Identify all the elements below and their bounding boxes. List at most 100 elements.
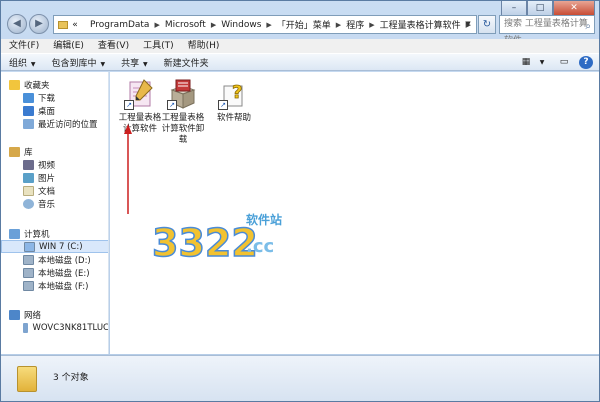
nav-item-drive-e[interactable]: 本地磁盘 (E:)	[1, 266, 108, 279]
menu-bar: 文件(F) 编辑(E) 查看(V) 工具(T) 帮助(H)	[1, 39, 599, 53]
nav-libraries-group: 库 视频 图片 文档 音乐	[1, 145, 108, 210]
music-icon	[23, 198, 34, 209]
network-icon	[9, 309, 20, 320]
folder-icon	[17, 366, 37, 392]
watermark-digits: 3322	[152, 221, 258, 265]
download-icon	[23, 92, 34, 103]
breadcrumb-separator	[83, 21, 85, 29]
status-bar: 3 个对象	[1, 355, 599, 401]
search-input[interactable]: 搜索 工程量表格计算软件 ⌕	[499, 15, 595, 46]
nav-item-label: WIN 7 (C:)	[39, 241, 83, 252]
recent-places-icon	[23, 118, 34, 129]
watermark-tag: 软件站	[246, 212, 282, 227]
picture-icon	[23, 172, 34, 183]
nav-libraries-label: 库	[24, 147, 33, 158]
menu-edit[interactable]: 编辑(E)	[53, 39, 84, 53]
share-button[interactable]: 共享 ▼	[121, 56, 148, 69]
watermark-domain: .cc	[246, 236, 274, 257]
preview-pane-icon[interactable]: ▭	[557, 56, 571, 69]
nav-item-videos[interactable]: 视频	[1, 158, 108, 171]
navigation-pane: 收藏夹 下载 桌面 最近访问的位置 库 视频 图片 文档 音乐 计算机 WIN …	[1, 72, 109, 354]
chevron-down-icon: ▼	[141, 60, 148, 68]
address-prefix: «	[72, 19, 78, 30]
explorer-window: – □ ✕ ◀ ▶ « ProgramData ▶ Microsoft ▶ Wind…	[0, 0, 600, 402]
drive-icon	[23, 280, 34, 291]
nav-favorites[interactable]: 收藏夹	[1, 78, 108, 91]
nav-item-label: 图片	[38, 173, 56, 184]
nav-item-label: 视频	[38, 160, 56, 171]
chevron-down-icon: ▼	[29, 60, 36, 68]
nav-item-recent[interactable]: 最近访问的位置	[1, 117, 108, 130]
include-library-button[interactable]: 包含到库中 ▼	[52, 56, 106, 69]
nav-item-label: 文档	[38, 186, 56, 197]
watermark-logo: 3322 .cc 软件站	[150, 208, 300, 271]
new-folder-label: 新建文件夹	[163, 58, 209, 69]
status-text: 3 个对象	[53, 373, 89, 383]
refresh-button[interactable]: ↻	[478, 15, 496, 34]
view-options-icon[interactable]: ▦	[519, 56, 533, 69]
view-dropdown-icon[interactable]: ▼	[535, 56, 549, 69]
nav-network-group: 网络 WOVC3NK81TLUC	[1, 308, 109, 334]
nav-item-label: 本地磁盘 (D:)	[38, 255, 91, 266]
nav-item-label: 下载	[38, 93, 56, 104]
menu-tools[interactable]: 工具(T)	[143, 39, 174, 53]
breadcrumb-windows[interactable]: Windows	[221, 20, 261, 30]
nav-item-label: WOVC3NK81TLUC	[32, 322, 109, 333]
include-library-label: 包含到库中	[51, 58, 97, 69]
nav-favorites-group: 收藏夹 下载 桌面 最近访问的位置	[1, 78, 108, 130]
breadcrumb-programdata[interactable]: ProgramData	[90, 20, 149, 30]
breadcrumb-programs[interactable]: 程序	[346, 18, 364, 31]
chevron-right-icon: ▶	[369, 20, 375, 29]
star-icon	[9, 79, 20, 90]
command-bar: 组织 ▼ 包含到库中 ▼ 共享 ▼ 新建文件夹 ▦ ▼ ▭ ?	[1, 53, 599, 71]
forward-button[interactable]: ▶	[29, 14, 49, 34]
nav-item-desktop[interactable]: 桌面	[1, 104, 108, 117]
drive-icon	[23, 267, 34, 278]
chevron-right-icon: ▶	[335, 20, 342, 29]
nav-network-label: 网络	[24, 310, 42, 321]
breadcrumb-microsoft[interactable]: Microsoft	[165, 20, 206, 30]
nav-computer-label: 计算机	[24, 229, 50, 240]
nav-item-downloads[interactable]: 下载	[1, 91, 108, 104]
nav-item-pictures[interactable]: 图片	[1, 171, 108, 184]
breadcrumb-start-menu[interactable]: 「开始」菜单	[277, 18, 331, 31]
nav-item-music[interactable]: 音乐	[1, 197, 108, 210]
nav-item-label: 本地磁盘 (F:)	[38, 281, 89, 292]
nav-computer-group: 计算机 WIN 7 (C:) 本地磁盘 (D:) 本地磁盘 (E:) 本地磁盘 …	[1, 227, 108, 292]
menu-help[interactable]: 帮助(H)	[188, 39, 220, 53]
search-icon: ⌕	[585, 21, 591, 32]
chevron-down-icon: ▼	[98, 60, 106, 68]
share-label: 共享	[121, 58, 140, 69]
address-dropdown-icon[interactable]: ▼	[461, 16, 475, 33]
nav-item-network-pc[interactable]: WOVC3NK81TLUC	[1, 321, 109, 334]
title-bar: – □ ✕ ◀ ▶ « ProgramData ▶ Microsoft ▶ Wind…	[1, 1, 599, 46]
library-icon	[9, 146, 20, 157]
chevron-right-icon: ▶	[266, 20, 272, 29]
menu-file[interactable]: 文件(F)	[9, 39, 39, 53]
nav-item-label: 本地磁盘 (E:)	[38, 268, 90, 279]
breadcrumb-current[interactable]: 工程量表格计算软件	[380, 18, 461, 31]
view-controls: ▦ ▼ ▭ ?	[511, 56, 593, 69]
nav-item-drive-f[interactable]: 本地磁盘 (F:)	[1, 279, 108, 292]
nav-item-drive-d[interactable]: 本地磁盘 (D:)	[1, 253, 108, 266]
address-bar[interactable]: « ProgramData ▶ Microsoft ▶ Windows ▶ 「开始」菜…	[53, 15, 477, 34]
nav-item-documents[interactable]: 文档	[1, 184, 108, 197]
organize-button[interactable]: 组织 ▼	[9, 56, 36, 69]
video-icon	[23, 159, 34, 170]
desktop-icon	[23, 105, 34, 116]
drive-icon	[23, 254, 34, 265]
nav-network[interactable]: 网络	[1, 308, 108, 321]
nav-favorites-label: 收藏夹	[24, 80, 50, 91]
nav-item-label: 音乐	[38, 199, 56, 210]
computer-icon	[9, 228, 20, 239]
menu-view[interactable]: 查看(V)	[98, 39, 129, 53]
back-button[interactable]: ◀	[7, 14, 27, 34]
chevron-right-icon: ▶	[154, 20, 160, 29]
nav-item-label: 最近访问的位置	[38, 119, 98, 130]
folder-icon	[58, 20, 69, 29]
help-icon[interactable]: ?	[579, 56, 593, 69]
nav-item-drive-c[interactable]: WIN 7 (C:)	[1, 240, 108, 253]
nav-libraries[interactable]: 库	[1, 145, 108, 158]
nav-computer[interactable]: 计算机	[1, 227, 108, 240]
new-folder-button[interactable]: 新建文件夹	[164, 56, 209, 69]
